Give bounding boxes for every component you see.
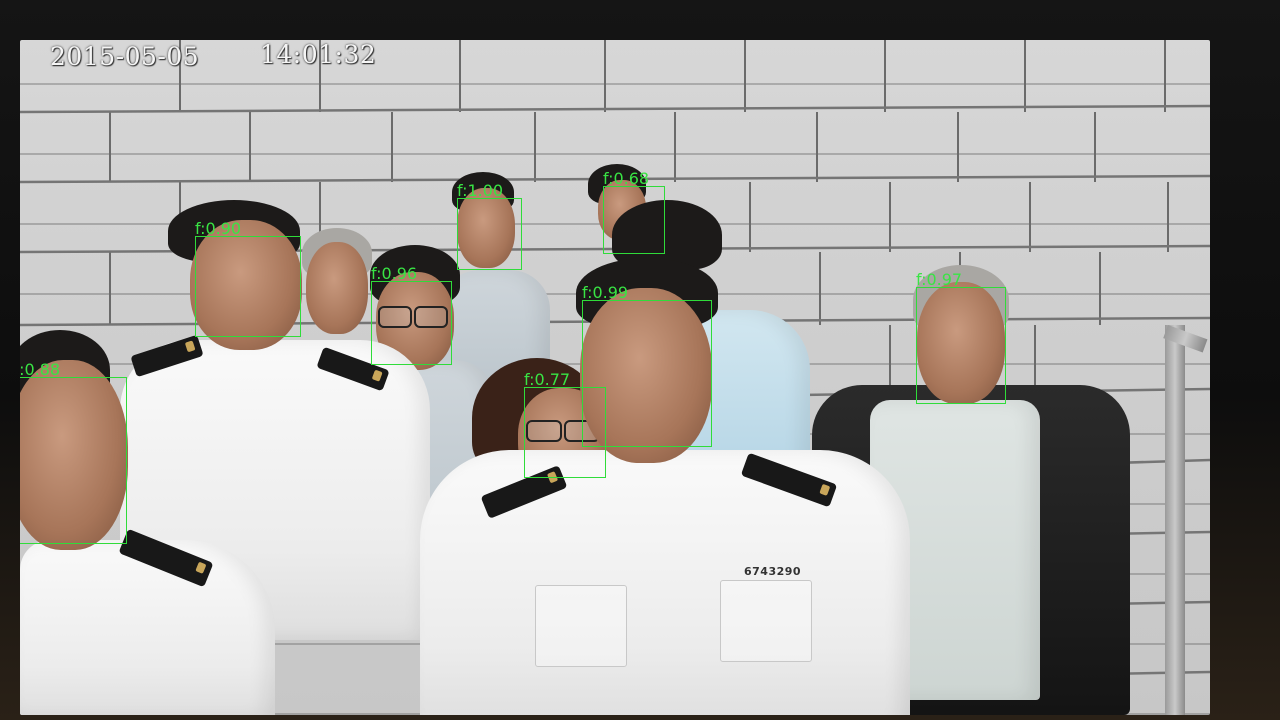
camera-feed: 6732110 6743290 (20, 40, 1210, 715)
handrail (1165, 325, 1185, 715)
osd-time: 14:01:32 (260, 40, 377, 69)
face-detection-score: f:0.68 (603, 169, 650, 188)
face-detection-score: f:1.00 (457, 181, 504, 200)
face-detection-box (195, 236, 301, 337)
face-detection-score: f:0.99 (582, 283, 629, 302)
face-detection-box (457, 198, 522, 270)
face-detection-box (916, 287, 1006, 404)
face-detection-box (20, 377, 127, 544)
osd-date: 2015-05-05 (50, 42, 200, 71)
face-detection-score: f:0.97 (916, 270, 963, 289)
face-detection-score: f:0.90 (195, 219, 242, 238)
face-detection-box (524, 387, 606, 478)
face-detection-score: f:0.88 (20, 360, 61, 379)
face-detection-score: f:0.96 (371, 264, 418, 283)
monitor-frame: 6732110 6743290 (0, 0, 1280, 720)
face-detection-score: f:0.77 (524, 370, 571, 389)
badge-number-center: 6743290 (744, 565, 802, 578)
face-detection-box (603, 186, 665, 254)
face-detection-box (371, 281, 452, 365)
